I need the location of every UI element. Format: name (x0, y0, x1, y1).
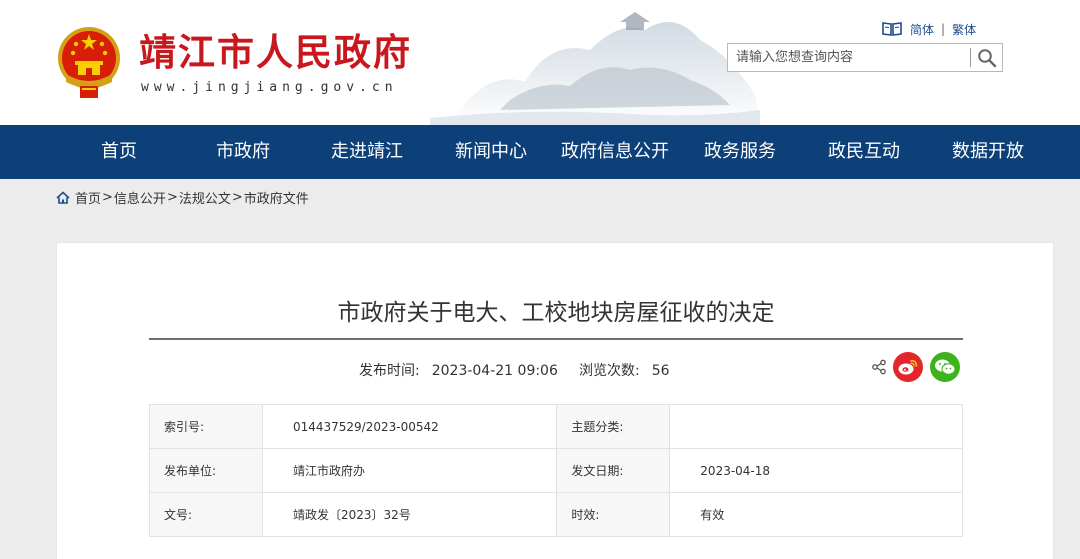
breadcrumb-home[interactable]: 首页 (75, 188, 101, 207)
table-row: 索引号: 014437529/2023-00542 主题分类: (149, 404, 963, 449)
wechat-icon (935, 359, 956, 375)
nav-item-open-data[interactable]: 数据开放 (952, 125, 1024, 179)
home-icon (56, 190, 70, 204)
nav-item-about-jingjiang[interactable]: 走进靖江 (331, 125, 403, 179)
wechat-share-button[interactable] (930, 352, 960, 382)
validity-label: 时效: (556, 492, 671, 537)
book-icon (882, 22, 902, 36)
search-button[interactable] (974, 46, 1000, 70)
breadcrumb-city-gov-docs[interactable]: 市政府文件 (244, 188, 309, 207)
site-title[interactable]: 靖江市人民政府 (139, 30, 412, 74)
issue-date-value: 2023-04-18 (669, 448, 963, 493)
publish-time-label: 发布时间: (359, 363, 420, 379)
nav-item-home[interactable]: 首页 (101, 125, 137, 179)
nav-item-city-government[interactable]: 市政府 (216, 125, 270, 179)
national-emblem-icon (58, 27, 120, 98)
breadcrumb-separator: > (231, 189, 243, 205)
landscape-banner-image (430, 12, 760, 125)
topic-category-label: 主题分类: (556, 404, 671, 449)
search-divider (970, 48, 971, 67)
breadcrumb-info-disclosure[interactable]: 信息公开 (114, 188, 166, 207)
main-nav: 首页 市政府 走进靖江 新闻中心 政府信息公开 政务服务 政民互动 数据开放 (0, 125, 1080, 179)
view-count-value: 56 (651, 363, 670, 379)
search-box (727, 43, 1003, 72)
nav-item-public-interaction[interactable]: 政民互动 (828, 125, 900, 179)
lang-traditional-link[interactable]: 繁体 (952, 21, 976, 38)
publish-time-value: 2023-04-21 09:06 (431, 363, 558, 379)
share-icon[interactable] (871, 359, 887, 375)
nav-item-news-center[interactable]: 新闻中心 (455, 125, 527, 179)
issuing-unit-label: 发布单位: (149, 448, 263, 493)
document-number-label: 文号: (149, 492, 263, 537)
publish-time: 发布时间: 2023-04-21 09:06 (359, 360, 558, 380)
breadcrumb-separator: > (166, 189, 178, 205)
site-url: www.jingjiang.gov.cn (141, 80, 398, 95)
issue-date-label: 发文日期: (556, 448, 671, 493)
article-panel: 市政府关于电大、工校地块房屋征收的决定 发布时间: 2023-04-21 09:0… (56, 242, 1054, 559)
index-number-label: 索引号: (149, 404, 263, 449)
search-input[interactable] (728, 44, 968, 71)
search-icon (978, 49, 997, 68)
view-count-label: 浏览次数: (579, 363, 640, 379)
nav-item-gov-info-disclosure[interactable]: 政府信息公开 (561, 125, 669, 179)
table-row: 文号: 靖政发〔2023〕32号 时效: 有效 (149, 492, 963, 537)
breadcrumb-regulations[interactable]: 法规公文 (179, 188, 231, 207)
topic-category-value (669, 404, 963, 449)
lang-separator: | (941, 22, 946, 36)
breadcrumb: 首页 > 信息公开 > 法规公文 > 市政府文件 (56, 179, 309, 215)
site-header: 靖江市人民政府 www.jingjiang.gov.cn 简体 | 繁体 (0, 0, 1080, 125)
validity-value: 有效 (669, 492, 963, 537)
issuing-unit-value: 靖江市政府办 (261, 448, 558, 493)
lang-simplified-link[interactable]: 简体 (910, 21, 934, 38)
index-number-value: 014437529/2023-00542 (261, 404, 558, 449)
nav-item-gov-services[interactable]: 政务服务 (704, 125, 776, 179)
view-count: 浏览次数: 56 (579, 360, 670, 380)
page-title: 市政府关于电大、工校地块房屋征收的决定 (337, 300, 775, 326)
breadcrumb-bar: 首页 > 信息公开 > 法规公文 > 市政府文件 (0, 179, 1080, 215)
document-info-table: 索引号: 014437529/2023-00542 主题分类: 发布单位: 靖江… (149, 404, 963, 537)
document-number-value: 靖政发〔2023〕32号 (261, 492, 558, 537)
table-row: 发布单位: 靖江市政府办 发文日期: 2023-04-18 (149, 448, 963, 493)
breadcrumb-separator: > (102, 189, 113, 205)
weibo-icon (898, 360, 918, 375)
title-divider (149, 338, 963, 340)
language-switcher: 简体 | 繁体 (882, 20, 976, 38)
weibo-share-button[interactable] (893, 352, 923, 382)
